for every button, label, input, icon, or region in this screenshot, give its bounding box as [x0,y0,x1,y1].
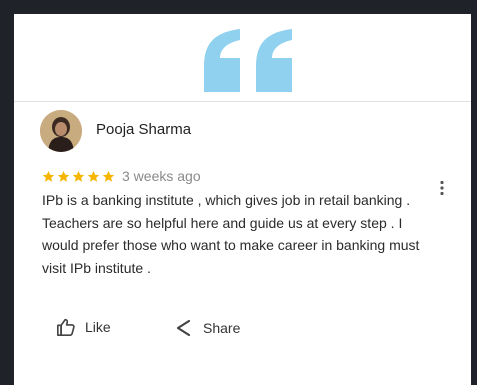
star-icon [57,170,70,182]
star-icon [87,170,100,182]
star-icon [72,170,85,182]
review-time: 3 weeks ago [122,168,201,184]
like-label: Like [85,319,111,335]
share-button[interactable]: Share [174,318,240,338]
star-icon [102,170,115,182]
share-icon [176,319,191,337]
review-text: IPb is a banking institute , which gives… [42,192,420,276]
like-button[interactable]: Like [56,318,111,336]
star-icon [42,170,55,182]
divider [14,101,471,102]
share-label: Share [203,320,241,336]
rating-row: 3 weeks ago [42,168,201,184]
reviewer-name[interactable]: Pooja Sharma [96,121,191,138]
quote-icon [204,29,292,92]
avatar[interactable] [40,110,82,152]
review-card: Pooja Sharma 3 weeks ago IPb is a bankin… [14,14,471,385]
star-rating [42,170,115,183]
thumbs-up-icon [56,318,75,336]
